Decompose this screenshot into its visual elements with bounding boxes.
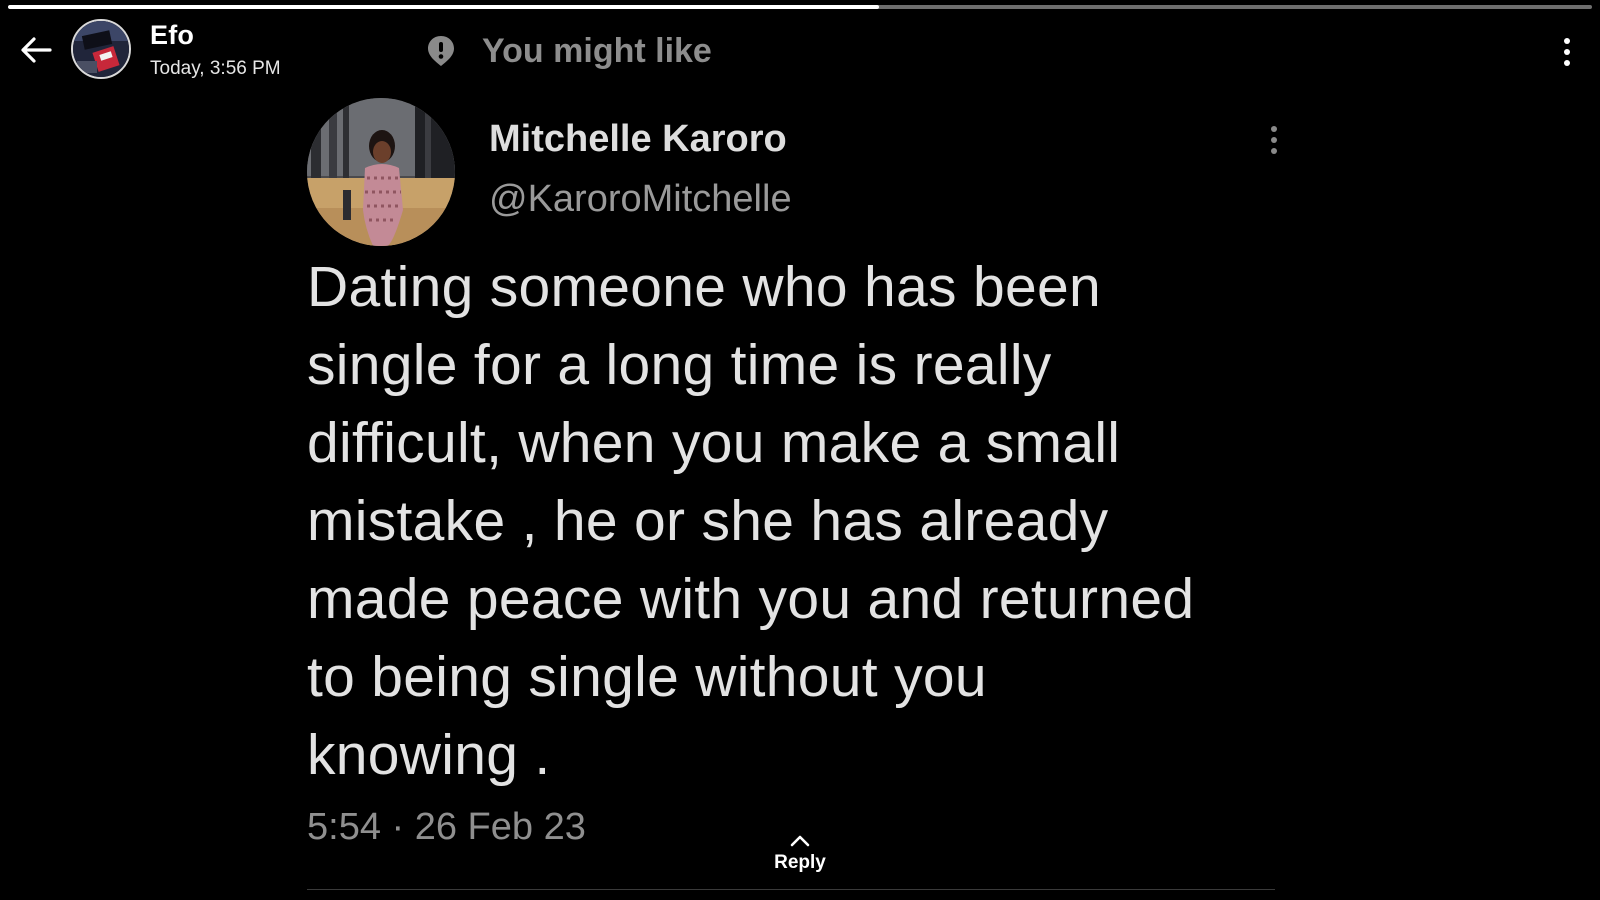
tweet-author-name: Mitchelle Karoro [489,118,787,160]
tweet-more-button [1264,122,1284,158]
more-options-button[interactable] [1552,32,1582,72]
back-button[interactable] [16,30,56,70]
tweet-text-line: difficult, when you make a small [307,411,1121,475]
tweet-text-line: knowing . [307,723,551,787]
poster-name: Efo [150,20,195,50]
tweet-text-line: single for a long time is really [307,333,1052,397]
poster-avatar-image [73,21,129,77]
tweet-text-line: to being single without you [307,645,987,709]
chevron-up-icon [790,835,810,847]
tweet-text: Dating someone who has been single for a… [307,248,1267,794]
suggestion-label: You might like [482,31,712,70]
story-progress-bar [8,5,1592,9]
reply-label: Reply [774,852,826,873]
more-vertical-icon [1271,126,1277,132]
tweet-text-line: mistake , he or she has already [307,489,1109,553]
story-progress-fill [8,5,880,9]
tweet-author-avatar[interactable] [307,98,455,246]
poster-avatar[interactable] [71,19,131,79]
tweet-timestamp: 5:54 · 26 Feb 23 [307,806,586,848]
tweet-card: Mitchelle Karoro @KaroroMitchelle Dating… [300,96,1296,896]
map-pin-icon [428,36,454,66]
tweet-text-line: made peace with you and returned [307,567,1195,631]
back-arrow-icon [21,37,52,63]
reply-button[interactable]: Reply [760,834,840,890]
tweet-text-line: Dating someone who has been [307,255,1101,319]
suggestion-header: You might like [426,30,712,72]
post-timestamp: Today, 3:56 PM [150,58,281,79]
more-vertical-icon [1564,38,1570,44]
tweet-author-photo [307,98,455,246]
tweet-author-handle: @KaroroMitchelle [489,178,792,220]
status-viewer: Efo Today, 3:56 PM You might like Mitche… [0,0,1600,900]
